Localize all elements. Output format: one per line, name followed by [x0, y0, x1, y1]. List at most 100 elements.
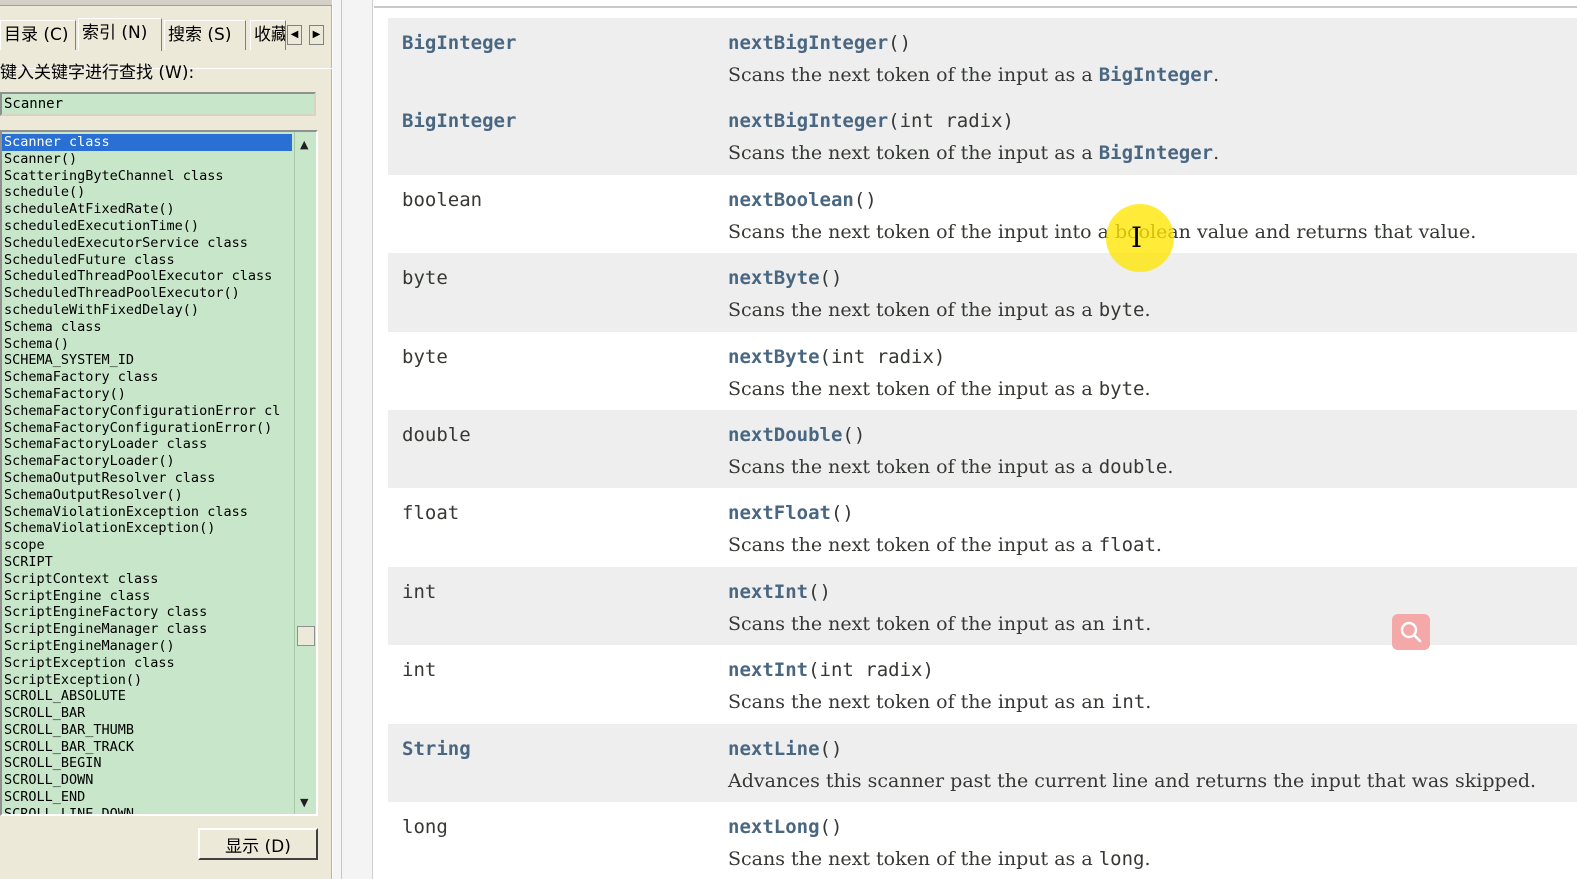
- method-name-link[interactable]: nextLine: [728, 738, 820, 760]
- list-item[interactable]: SchemaFactoryLoader(): [2, 453, 292, 470]
- list-item[interactable]: SchemaViolationException(): [2, 520, 292, 537]
- list-item[interactable]: scheduleWithFixedDelay(): [2, 302, 292, 319]
- list-item[interactable]: SchemaFactory class: [2, 369, 292, 386]
- method-name-link[interactable]: nextLong: [728, 816, 820, 838]
- method-name-link[interactable]: nextBoolean: [728, 189, 854, 211]
- list-scrollbar[interactable]: ▲ ▼: [294, 132, 316, 814]
- description-code[interactable]: BigInteger: [1099, 142, 1213, 164]
- list-item[interactable]: SchemaViolationException class: [2, 504, 292, 521]
- list-item[interactable]: scope: [2, 537, 292, 554]
- list-item[interactable]: SchemaOutputResolver class: [2, 470, 292, 487]
- list-item[interactable]: ScheduledFuture class: [2, 252, 292, 269]
- list-item[interactable]: SCROLL_LINE_DOWN: [2, 806, 292, 814]
- tab-contents[interactable]: 目录 (C): [0, 20, 76, 50]
- table-row: double nextDouble() Scans the next token o…: [388, 409, 1577, 489]
- list-item[interactable]: ScriptEngineManager(): [2, 638, 292, 655]
- list-item[interactable]: Scanner class: [2, 134, 292, 151]
- description-code: byte: [1098, 299, 1145, 322]
- list-item[interactable]: Schema class: [2, 319, 292, 336]
- list-item[interactable]: SCROLL_END: [2, 789, 292, 806]
- description-text: Scans the next token of the input as a: [728, 455, 1099, 478]
- description-text: Advances this scanner past the current l…: [728, 769, 1537, 792]
- scrollbar-thumb[interactable]: [297, 626, 315, 646]
- method-description: Scans the next token of the input as a d…: [728, 456, 1173, 478]
- method-signature: nextLine(): [728, 738, 842, 760]
- help-index-pane: 目录 (C) 索引 (N) 搜索 (S) 收藏 ◀ ▶ 键入关键字进行查找 (W…: [0, 0, 332, 879]
- list-item[interactable]: SchemaFactoryConfigurationError cl: [2, 403, 292, 420]
- list-item[interactable]: ScatteringByteChannel class: [2, 168, 292, 185]
- method-name-link[interactable]: nextDouble: [728, 424, 842, 446]
- tab-search[interactable]: 搜索 (S): [164, 20, 246, 50]
- method-signature: nextInt(int radix): [728, 659, 934, 681]
- list-item[interactable]: SCROLL_ABSOLUTE: [2, 688, 292, 705]
- list-item[interactable]: ScheduledThreadPoolExecutor class: [2, 268, 292, 285]
- list-item[interactable]: SCRIPT: [2, 554, 292, 571]
- list-item[interactable]: schedule(): [2, 184, 292, 201]
- list-item[interactable]: SCROLL_BAR_TRACK: [2, 739, 292, 756]
- list-item[interactable]: ScriptContext class: [2, 571, 292, 588]
- table-row: BigInteger nextBigInteger() Scans the next…: [388, 18, 1577, 97]
- method-name-link[interactable]: nextInt: [728, 581, 808, 603]
- method-name-link[interactable]: nextInt: [728, 659, 808, 681]
- list-item[interactable]: SCROLL_DOWN: [2, 772, 292, 789]
- method-signature: nextBigInteger(int radix): [728, 110, 1014, 132]
- list-item[interactable]: ScriptEngineManager class: [2, 621, 292, 638]
- return-type: int: [402, 659, 437, 682]
- list-item[interactable]: SchemaFactory(): [2, 386, 292, 403]
- list-item[interactable]: SchemaFactoryLoader class: [2, 436, 292, 453]
- list-item[interactable]: SCROLL_BAR_THUMB: [2, 722, 292, 739]
- tab-scroll-right-icon[interactable]: ▶: [309, 25, 324, 45]
- return-type[interactable]: String: [402, 738, 471, 760]
- list-item[interactable]: ScriptEngineFactory class: [2, 604, 292, 621]
- list-item[interactable]: ScriptException class: [2, 655, 292, 672]
- table-row: boolean nextBoolean() Scans the next token…: [388, 174, 1577, 254]
- list-item[interactable]: SCROLL_BEGIN: [2, 755, 292, 772]
- list-item[interactable]: Scanner(): [2, 151, 292, 168]
- list-item[interactable]: scheduleAtFixedRate(): [2, 201, 292, 218]
- tab-favorites[interactable]: 收藏: [250, 20, 286, 50]
- list-item[interactable]: Schema(): [2, 336, 292, 353]
- scroll-down-icon[interactable]: ▼: [300, 796, 308, 809]
- scroll-up-icon[interactable]: ▲: [300, 138, 308, 151]
- list-item[interactable]: ScriptEngine class: [2, 588, 292, 605]
- keyword-search-input[interactable]: [0, 92, 316, 116]
- method-signature: nextInt(): [728, 581, 831, 603]
- description-punct: .: [1167, 455, 1174, 478]
- description-punct: .: [1144, 377, 1151, 400]
- description-text: Scans the next token of the input as a: [728, 534, 1099, 557]
- list-item[interactable]: SCHEMA_SYSTEM_ID: [2, 352, 292, 369]
- table-row: BigInteger nextBigInteger(int radix) Scans…: [388, 96, 1577, 175]
- list-item[interactable]: SchemaOutputResolver(): [2, 487, 292, 504]
- list-item[interactable]: ScheduledThreadPoolExecutor(): [2, 285, 292, 302]
- method-name-link[interactable]: nextByte: [728, 346, 820, 368]
- list-item[interactable]: ScriptException(): [2, 672, 292, 689]
- method-name-link[interactable]: nextBigInteger: [728, 32, 888, 54]
- show-button[interactable]: 显示 (D): [198, 828, 318, 860]
- menu-strip: [0, 0, 332, 6]
- list-item[interactable]: SCROLL_BAR: [2, 705, 292, 722]
- description-code[interactable]: BigInteger: [1099, 64, 1213, 86]
- method-signature: nextByte(): [728, 267, 842, 289]
- method-description: Scans the next token of the input as a B…: [728, 64, 1219, 86]
- list-item[interactable]: ScheduledExecutorService class: [2, 235, 292, 252]
- index-listbox[interactable]: Scanner class Scanner() ScatteringByteChan…: [0, 130, 318, 816]
- table-row: float nextFloat() Scans the next token of …: [388, 488, 1577, 567]
- keyword-label: 键入关键字进行查找 (W):: [0, 63, 195, 83]
- list-item[interactable]: SchemaFactoryConfigurationError(): [2, 420, 292, 437]
- method-signature: nextByte(int radix): [728, 346, 945, 368]
- index-list: Scanner class Scanner() ScatteringByteChan…: [2, 134, 292, 814]
- method-name-link[interactable]: nextBigInteger: [728, 110, 888, 132]
- tab-scroll-left-icon[interactable]: ◀: [287, 25, 302, 45]
- method-signature: nextBoolean(): [728, 189, 877, 211]
- return-type[interactable]: BigInteger: [402, 32, 516, 54]
- pane-splitter[interactable]: [333, 0, 373, 879]
- tab-index[interactable]: 索引 (N): [78, 18, 162, 51]
- description-punct: .: [1213, 64, 1220, 86]
- method-name-link[interactable]: nextFloat: [728, 502, 831, 524]
- list-item[interactable]: scheduledExecutionTime(): [2, 218, 292, 235]
- description-code: double: [1098, 455, 1168, 478]
- description-code: int: [1110, 691, 1146, 714]
- floating-search-button[interactable]: [1392, 614, 1430, 650]
- method-name-link[interactable]: nextByte: [728, 267, 820, 289]
- return-type[interactable]: BigInteger: [402, 110, 516, 132]
